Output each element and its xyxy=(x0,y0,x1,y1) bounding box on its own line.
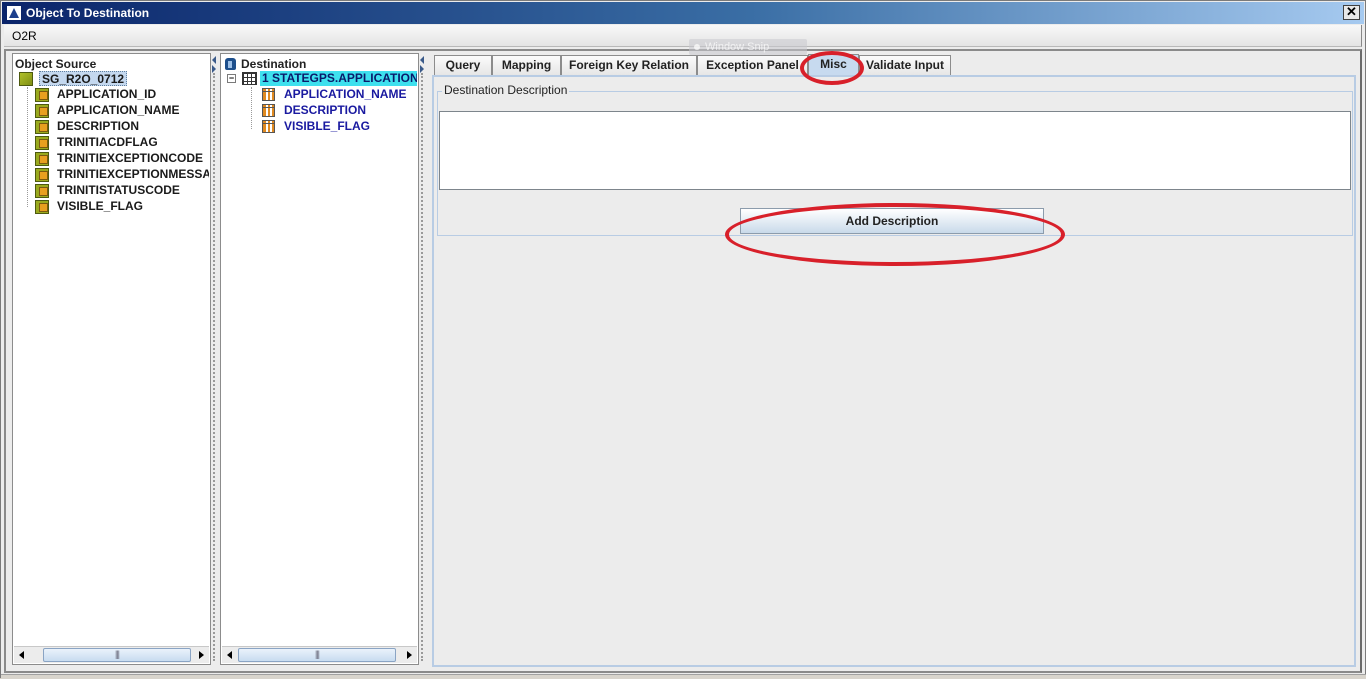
scrollbar-thumb[interactable] xyxy=(238,648,396,662)
cube-icon xyxy=(19,72,33,86)
tree-node-label[interactable]: APPLICATION_NAME xyxy=(55,103,181,118)
object-source-tree: Object Source SG_R2O_0712 APPLICATION_ID… xyxy=(14,55,209,644)
tab-query[interactable]: Query xyxy=(434,55,492,75)
tree-node-label[interactable]: APPLICATION_ID xyxy=(55,87,158,102)
collapse-icon[interactable]: − xyxy=(227,74,236,83)
column-icon xyxy=(262,88,275,101)
destination-description-group: Destination Description Add Description xyxy=(437,83,1353,236)
collapse-right-icon[interactable] xyxy=(420,65,424,73)
menu-bar: O2R xyxy=(4,25,1362,47)
cube-icon xyxy=(35,168,49,182)
cube-icon xyxy=(35,200,49,214)
source-horizontal-scrollbar[interactable] xyxy=(14,646,209,663)
divider-grip xyxy=(213,73,215,661)
menu-o2r[interactable]: O2R xyxy=(12,29,37,43)
destination-description-input[interactable] xyxy=(439,111,1351,190)
tab-foreign-key-relation[interactable]: Foreign Key Relation xyxy=(561,55,697,75)
tree-node-label[interactable]: DESCRIPTION xyxy=(55,119,141,134)
destination-panel: Destination − 1 STATEGPS.APPLICATIONS AP… xyxy=(220,53,419,665)
tree-node-label[interactable]: TRINITIEXCEPTIONMESSAGE xyxy=(55,167,209,182)
split-pane-divider[interactable] xyxy=(211,53,219,665)
collapse-right-icon[interactable] xyxy=(212,65,216,73)
destination-tree: Destination − 1 STATEGPS.APPLICATIONS AP… xyxy=(222,55,417,644)
bottom-edge xyxy=(1,674,1366,679)
tab-misc[interactable]: Misc xyxy=(808,54,859,76)
object-source-panel: Object Source SG_R2O_0712 APPLICATION_ID… xyxy=(12,53,211,665)
object-source-header: Object Source xyxy=(15,57,97,71)
misc-tab-panel: Destination Description Add Description xyxy=(432,75,1356,667)
destination-description-title: Destination Description xyxy=(442,83,570,97)
tree-node-label[interactable]: APPLICATION_NAME xyxy=(282,87,408,102)
column-icon xyxy=(262,104,275,117)
cube-icon xyxy=(35,88,49,102)
cube-icon xyxy=(35,120,49,134)
destination-horizontal-scrollbar[interactable] xyxy=(222,646,417,663)
add-description-button[interactable]: Add Description xyxy=(740,208,1044,234)
tabbed-pane: Query Mapping Foreign Key Relation Excep… xyxy=(430,54,1358,669)
tree-connector xyxy=(27,87,28,207)
close-icon: ✕ xyxy=(1346,4,1357,19)
title-bar[interactable]: Object To Destination ✕ xyxy=(2,2,1364,24)
scroll-left-button[interactable] xyxy=(15,648,29,662)
table-icon xyxy=(242,72,257,85)
cube-icon xyxy=(35,104,49,118)
cube-icon xyxy=(35,152,49,166)
destination-header: Destination xyxy=(241,57,307,71)
tab-exception-panel[interactable]: Exception Panel xyxy=(697,55,808,75)
collapse-left-icon[interactable] xyxy=(212,56,216,64)
cube-icon xyxy=(35,184,49,198)
tree-node-label[interactable]: DESCRIPTION xyxy=(282,103,368,118)
tree-root-label[interactable]: SG_R2O_0712 xyxy=(39,71,128,86)
scroll-left-button[interactable] xyxy=(223,648,237,662)
window-snip-overlay: Window Snip xyxy=(689,39,807,55)
main-content: Object Source SG_R2O_0712 APPLICATION_ID… xyxy=(4,49,1362,673)
tree-node-label[interactable]: TRINITIEXCEPTIONCODE xyxy=(55,151,205,166)
database-icon xyxy=(225,58,236,70)
tree-node-label[interactable]: TRINITISTATUSCODE xyxy=(55,183,182,198)
scroll-right-button[interactable] xyxy=(402,648,416,662)
tab-mapping[interactable]: Mapping xyxy=(492,55,561,75)
scroll-right-button[interactable] xyxy=(194,648,208,662)
window-title: Object To Destination xyxy=(26,6,150,20)
tree-node-label[interactable]: VISIBLE_FLAG xyxy=(55,199,145,214)
collapse-left-icon[interactable] xyxy=(420,56,424,64)
column-icon xyxy=(262,120,275,133)
tree-root-label[interactable]: 1 STATEGPS.APPLICATIONS xyxy=(260,71,417,86)
tree-connector xyxy=(251,87,252,129)
divider-grip xyxy=(421,73,423,661)
app-logo-icon xyxy=(6,5,22,21)
tree-node-label[interactable]: VISIBLE_FLAG xyxy=(282,119,372,134)
scrollbar-thumb[interactable] xyxy=(43,648,191,662)
cube-icon xyxy=(35,136,49,150)
tree-node-label[interactable]: TRINITIACDFLAG xyxy=(55,135,160,150)
app-window: Object To Destination ✕ O2R Object Sourc… xyxy=(0,0,1366,679)
tab-validate-input[interactable]: Validate Input xyxy=(859,55,951,75)
split-pane-divider[interactable] xyxy=(419,53,427,665)
close-button[interactable]: ✕ xyxy=(1343,5,1360,20)
